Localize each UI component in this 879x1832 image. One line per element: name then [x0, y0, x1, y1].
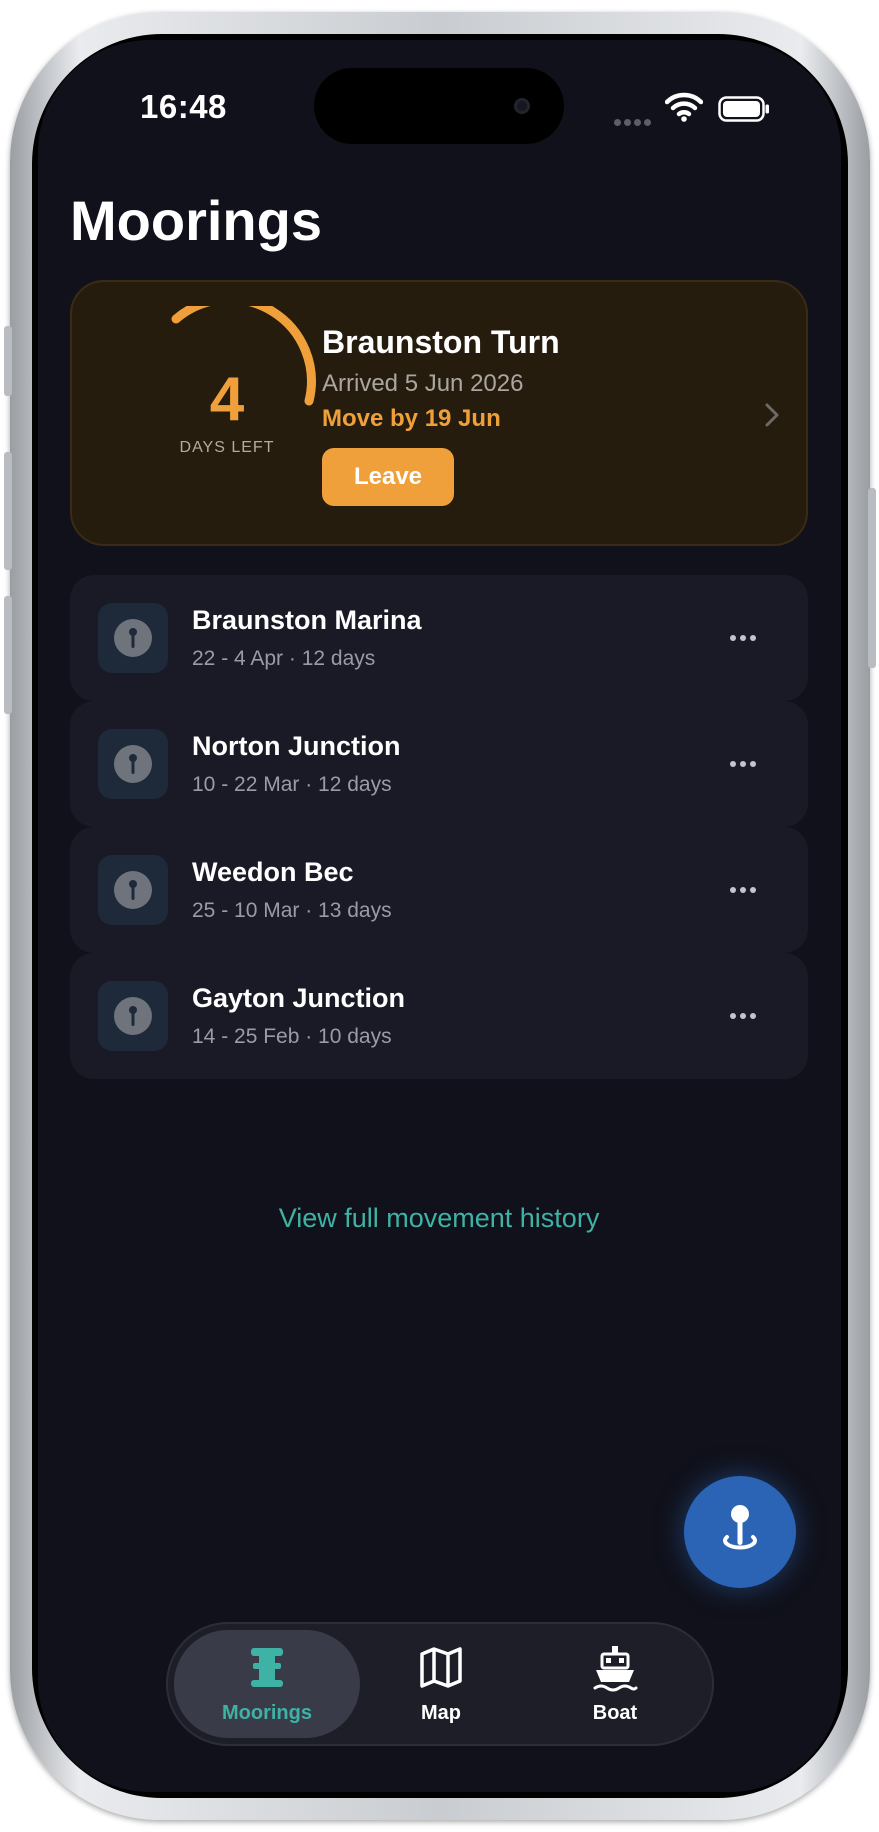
current-mooring-card[interactable]: 4 DAYS LEFT Braunston Turn Arrived 5 Jun… [70, 280, 808, 546]
history-item-name: Gayton Junction [192, 983, 406, 1013]
action-button [4, 326, 12, 396]
history-item-dates: 22 - 4 Apr · 12 days [192, 647, 376, 670]
more-options-icon[interactable] [730, 749, 770, 779]
current-mooring-name: Braunston Turn [322, 324, 560, 360]
tab-label: Moorings [222, 1702, 312, 1724]
volume-up-button [4, 452, 12, 570]
history-item-gayton-junction[interactable]: Gayton Junction 14 - 25 Feb · 10 days [70, 953, 808, 1079]
history-item-norton-junction[interactable]: Norton Junction 10 - 22 Mar · 12 days [70, 701, 808, 827]
volume-down-button [4, 596, 12, 714]
days-left-count: 4 [209, 365, 245, 434]
chevron-right-icon[interactable] [762, 400, 782, 430]
more-options-icon[interactable] [730, 875, 770, 905]
app-screen: 16:48 Moorings 4 DAYS LEFT Braunston Tur… [38, 40, 841, 1792]
front-camera [514, 98, 530, 114]
add-mooring-button[interactable] [684, 1476, 796, 1588]
history-item-name: Norton Junction [192, 731, 401, 761]
history-item-name: Braunston Marina [192, 605, 422, 635]
history-item-dates: 25 - 10 Mar · 13 days [192, 899, 392, 922]
drop-pin-icon [723, 1505, 757, 1550]
tab-bar: Moorings Map Boat [166, 1622, 714, 1746]
cellular-signal-icon [614, 113, 654, 131]
wifi-icon [665, 92, 703, 122]
tab-moorings[interactable]: Moorings [174, 1630, 360, 1738]
more-options-icon[interactable] [730, 623, 770, 653]
mooring-pin-icon [98, 981, 168, 1051]
status-time: 16:48 [140, 88, 227, 125]
power-button [868, 488, 876, 668]
mooring-pin-icon [98, 729, 168, 799]
arrived-date: Arrived 5 Jun 2026 [322, 370, 524, 397]
mooring-pin-icon [98, 855, 168, 925]
history-item-dates: 10 - 22 Mar · 12 days [192, 773, 392, 796]
mooring-pin-icon [98, 603, 168, 673]
history-item-weedon-bec[interactable]: Weedon Bec 25 - 10 Mar · 13 days [70, 827, 808, 953]
tab-map[interactable]: Map [348, 1630, 534, 1738]
bollard-icon [251, 1648, 283, 1687]
tab-label: Boat [592, 1702, 638, 1724]
leave-button[interactable]: Leave [322, 448, 454, 506]
map-icon [420, 1647, 462, 1688]
move-by-date: Move by 19 Jun [322, 405, 501, 432]
days-left-label: DAYS LEFT [179, 439, 275, 456]
dynamic-island [314, 68, 564, 144]
history-item-name: Weedon Bec [192, 857, 354, 887]
tab-label: Map [421, 1702, 461, 1724]
tab-boat[interactable]: Boat [522, 1630, 708, 1738]
battery-icon [718, 96, 769, 122]
boat-icon [593, 1646, 638, 1692]
page-title: Moorings [70, 189, 322, 252]
view-history-link[interactable]: View full movement history [70, 1203, 808, 1234]
more-options-icon[interactable] [730, 1001, 770, 1031]
history-item-braunston-marina[interactable]: Braunston Marina 22 - 4 Apr · 12 days [70, 575, 808, 701]
history-item-dates: 14 - 25 Feb · 10 days [192, 1025, 392, 1048]
